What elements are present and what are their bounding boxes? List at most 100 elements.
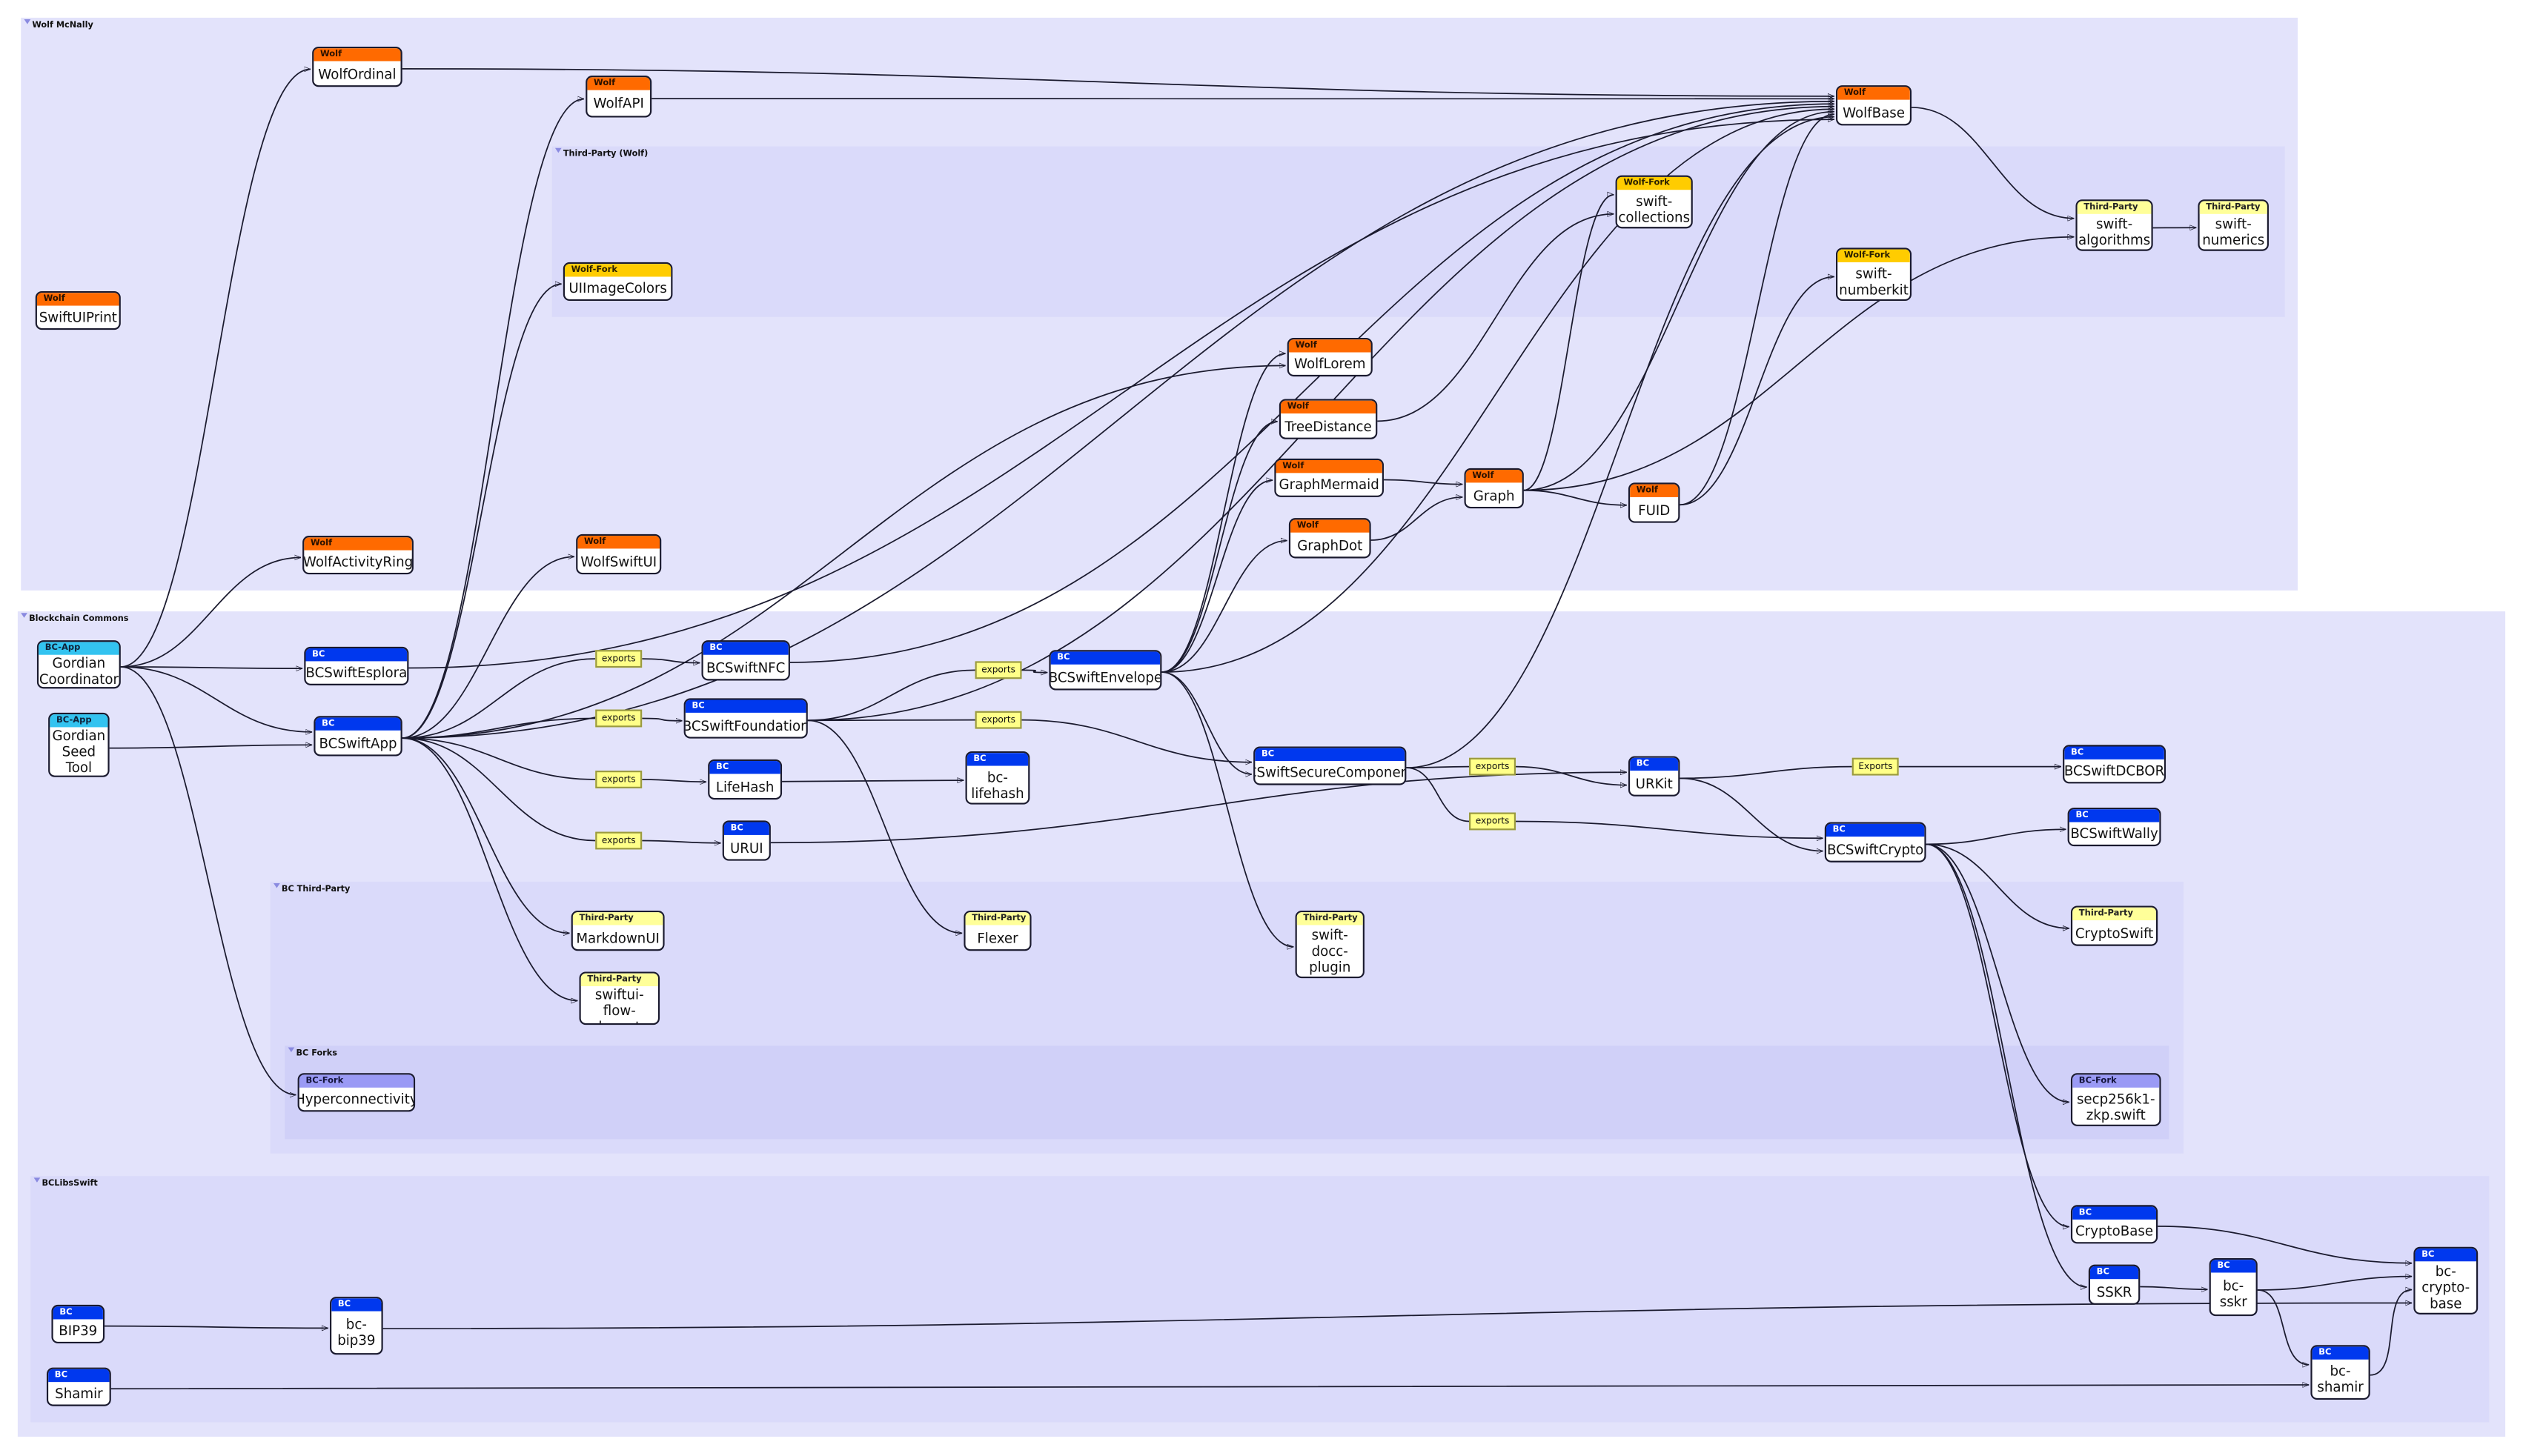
node-bip39[interactable]: BC BIP39 <box>51 1304 105 1344</box>
node-tag-badge: BC <box>305 648 408 662</box>
node-label: WolfLorem <box>1294 355 1366 372</box>
node-wolfordinal[interactable]: Wolf WolfOrdinal <box>312 46 402 87</box>
node-tag-badge: BC <box>2312 1346 2369 1360</box>
edge-graphmermaid-to-graph <box>1383 479 1462 484</box>
node-swift-docc-plugin[interactable]: Third-Party swift- docc- plugin <box>1295 910 1365 979</box>
node-tag-badge: Wolf-Fork <box>1837 249 1910 262</box>
node-graphmermaid[interactable]: Wolf GraphMermaid <box>1274 458 1384 497</box>
node-urui[interactable]: BC URUI <box>722 820 771 861</box>
node-swift-numerics[interactable]: Third-Party swift- numerics <box>2198 199 2269 251</box>
node-bcswiftenvelope[interactable]: BC BCSwiftEnvelope <box>1049 650 1162 691</box>
node-label: WolfOrdinal <box>318 64 397 82</box>
node-tag-badge: Third-Party <box>2199 201 2267 214</box>
node-wolfapi[interactable]: Wolf WolfAPI <box>586 76 652 118</box>
edge-bcswiftapp-to-markdownui <box>402 737 570 933</box>
node-uiimagecolors[interactable]: Wolf-Fork UIImageColors <box>563 262 673 302</box>
node-wolfactivityring[interactable]: Wolf WolfActivityRing <box>302 536 414 575</box>
node-tag-badge: Third-Party <box>1296 912 1363 925</box>
node-lifehash[interactable]: BC LifeHash <box>708 759 783 800</box>
edge-urkit-to-bcswiftcrypto <box>1680 777 1823 851</box>
node-gordiancoordinator[interactable]: BC-App Gordian Coordinator <box>36 640 121 689</box>
node-tag-badge: BC <box>1630 757 1679 771</box>
edge-gordiancoordinator-to-bcswiftapp <box>120 666 312 732</box>
node-swift-collections[interactable]: Wolf-Fork swift- collections <box>1615 175 1693 229</box>
node-tag-badge: Third-Party <box>572 912 663 925</box>
node-bcswiftwally[interactable]: BC BCSwiftWally <box>2067 807 2161 847</box>
node-label: FUID <box>1638 501 1671 518</box>
node-bcswiftcrypto[interactable]: BC BCSwiftCrypto <box>1824 822 1926 862</box>
node-bcswiftsecurecomponents[interactable]: BC BCSwiftSecureComponents <box>1253 746 1407 785</box>
node-fuid[interactable]: Wolf FUID <box>1628 482 1680 523</box>
edge-label-exports: Exports <box>1851 757 1900 776</box>
node-label: LifeHash <box>715 777 775 794</box>
edge-bcswiftenvelope-to-wolflorem <box>1161 353 1285 673</box>
node-bc-sskr[interactable]: BC bc- sskr <box>2209 1257 2258 1317</box>
node-bcswiftfoundation[interactable]: BC BCSwiftFoundation <box>683 698 808 739</box>
node-swiftui-flow-layout[interactable]: Third-Partyswiftui- flow-layout <box>579 971 660 1025</box>
edge-graphdot-to-graph <box>1370 497 1463 541</box>
node-cryptoswift[interactable]: Third-Party CryptoSwift <box>2070 905 2158 946</box>
node-label: BCSwiftFoundation <box>683 717 808 734</box>
node-wolfswiftui[interactable]: Wolf WolfSwiftUI <box>576 533 662 575</box>
node-tag-badge: BC <box>1050 651 1161 665</box>
node-bc-crypto-base[interactable]: BC bc- crypto- base <box>2413 1246 2479 1314</box>
node-tag-badge: BC <box>331 1298 382 1312</box>
node-label: secp256k1- zkp.swift <box>2076 1090 2155 1123</box>
node-label: Flexer <box>977 928 1018 945</box>
node-swiftuiprint[interactable]: Wolf SwiftUIPrint <box>35 291 121 330</box>
node-bcswiftapp[interactable]: BC BCSwiftApp <box>314 716 402 757</box>
node-label: swiftui- flow-layout <box>594 986 644 1023</box>
node-markdownui[interactable]: Third-Party MarkdownUI <box>571 910 665 951</box>
node-label: TreeDistance <box>1284 417 1372 434</box>
node-tag-badge: Wolf-Fork <box>1617 176 1691 190</box>
node-tag-badge: BC-App <box>39 642 119 655</box>
node-shamir[interactable]: BC Shamir <box>46 1367 111 1406</box>
node-graphdot[interactable]: Wolf GraphDot <box>1288 518 1371 559</box>
node-tag-badge: BC <box>967 753 1029 766</box>
node-flexer[interactable]: Third-Party Flexer <box>964 910 1032 951</box>
edge-label-exports: exports <box>1469 812 1516 831</box>
edge-bcswiftenvelope-to-graphmermaid <box>1161 480 1273 673</box>
node-graph[interactable]: Wolf Graph <box>1464 468 1524 509</box>
edge-bcswiftcrypto-to-sskr <box>1926 843 2087 1287</box>
node-treedistance[interactable]: Wolf TreeDistance <box>1279 399 1378 439</box>
node-swift-algorithms[interactable]: Third-Party swift- algorithms <box>2075 199 2153 251</box>
node-gordianseedtool[interactable]: BC-App Gordian Seed Tool <box>48 712 110 777</box>
node-swift-numberkit[interactable]: Wolf-Fork swift- numberkit <box>1835 247 1912 302</box>
node-bcswiftnfc[interactable]: BC BCSwiftNFC <box>701 640 790 681</box>
node-label: BCSwiftCrypto <box>1827 840 1924 857</box>
node-label: Gordian Seed Tool <box>52 727 106 776</box>
edge-bcswiftcrypto-to-cryptobase <box>1926 843 2069 1226</box>
node-urkit[interactable]: BC URKit <box>1628 756 1680 797</box>
node-bc-bip39[interactable]: BC bc- bip39 <box>330 1297 383 1355</box>
node-bcswiftdcbor[interactable]: BC BCSwiftDCBOR <box>2063 745 2166 784</box>
node-tag-badge: Wolf <box>1837 87 1910 100</box>
node-tag-badge: BC <box>2069 809 2160 822</box>
node-label: Gordian Coordinator <box>39 654 119 688</box>
node-label: swift- numerics <box>2202 215 2265 248</box>
node-bcswiftesplora[interactable]: BC BCSwiftEsplora <box>304 646 409 685</box>
edge-bcswiftenvelope-to-wolfbase <box>1161 109 1834 673</box>
node-tag-badge: BC <box>685 699 806 713</box>
edge-bc-sskr-to-bc-shamir <box>2257 1289 2310 1365</box>
node-cryptobase[interactable]: BC CryptoBase <box>2070 1205 2158 1244</box>
node-tag-badge: Wolf <box>1276 459 1382 473</box>
node-tag-badge: Wolf <box>1290 519 1370 533</box>
edge-bcswiftcrypto-to-cryptoswift <box>1926 843 2069 928</box>
node-tag-badge: Third-Party <box>2077 201 2152 214</box>
edge-sskr-to-bc-sskr <box>2140 1286 2207 1289</box>
node-bc-shamir[interactable]: BC bc- shamir <box>2310 1345 2370 1400</box>
node-bc-lifehash[interactable]: BC bc- lifehash <box>965 751 1030 805</box>
node-tag-badge: BC <box>1826 823 1925 837</box>
node-tag-badge: Wolf <box>1281 400 1376 414</box>
node-wolfbase[interactable]: Wolf WolfBase <box>1835 85 1912 126</box>
edge-label-exports: exports <box>595 650 643 668</box>
node-wolflorem[interactable]: Wolf WolfLorem <box>1287 337 1373 377</box>
node-label: SwiftUIPrint <box>39 308 117 325</box>
node-secp256k1-zkp[interactable]: BC-Fork secp256k1- zkp.swift <box>2070 1073 2161 1126</box>
node-hyperconnectivity[interactable]: BC-Fork Hyperconnectivity <box>297 1073 416 1112</box>
node-label: WolfAPI <box>593 95 644 111</box>
node-label: bc- sskr <box>2219 1277 2247 1310</box>
node-tag-badge: Wolf <box>36 293 119 306</box>
node-sskr[interactable]: BC SSKR <box>2088 1264 2141 1305</box>
